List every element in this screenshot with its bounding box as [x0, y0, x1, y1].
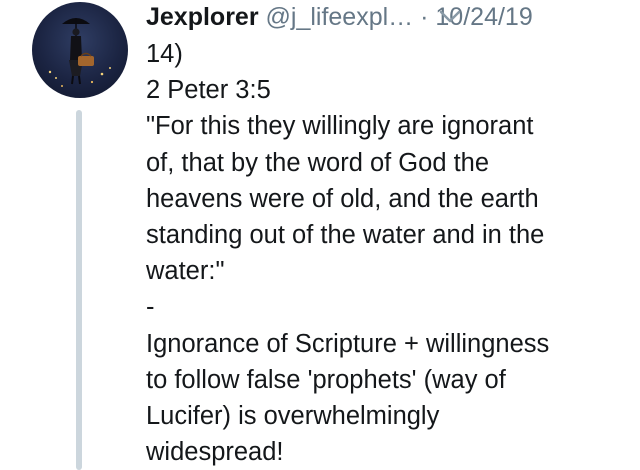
thread-line — [76, 110, 82, 470]
tweet-text-line: water:" — [146, 257, 225, 286]
avatar[interactable] — [32, 2, 128, 98]
tweet-text-line: to follow false 'prophets' (way of — [146, 365, 506, 394]
header-separator: · — [420, 3, 429, 31]
tweet-text-line: - — [146, 293, 155, 322]
tweet-text-line: Lucifer) is overwhelmingly — [146, 402, 440, 431]
chevron-down-icon[interactable] — [437, 6, 463, 28]
tweet-text-line: 2 Peter 3:5 — [146, 76, 271, 105]
tweet: Jexplorer @j_lifeexpl… · 10/24/19 14) 2 … — [0, 0, 640, 470]
tweet-text: 14) 2 Peter 3:5 "For this they willingly… — [146, 36, 626, 470]
avatar-image — [48, 18, 111, 87]
tweet-text-line: standing out of the water and in the — [146, 221, 545, 250]
tweet-text-line: 14) — [146, 40, 183, 68]
tweet-text-line: of, that by the word of God the — [146, 148, 490, 177]
display-name[interactable]: Jexplorer — [146, 3, 259, 31]
tweet-text-line: Ignorance of Scripture + willingness — [146, 329, 550, 358]
tweet-text-line: widespread! — [146, 438, 284, 467]
tweet-header: Jexplorer @j_lifeexpl… · 10/24/19 — [146, 0, 626, 34]
tweet-text-line: "For this they willingly are ignorant — [146, 112, 534, 141]
user-handle[interactable]: @j_lifeexpl… — [266, 3, 414, 31]
tweet-text-line: heavens were of old, and the earth — [146, 184, 539, 213]
